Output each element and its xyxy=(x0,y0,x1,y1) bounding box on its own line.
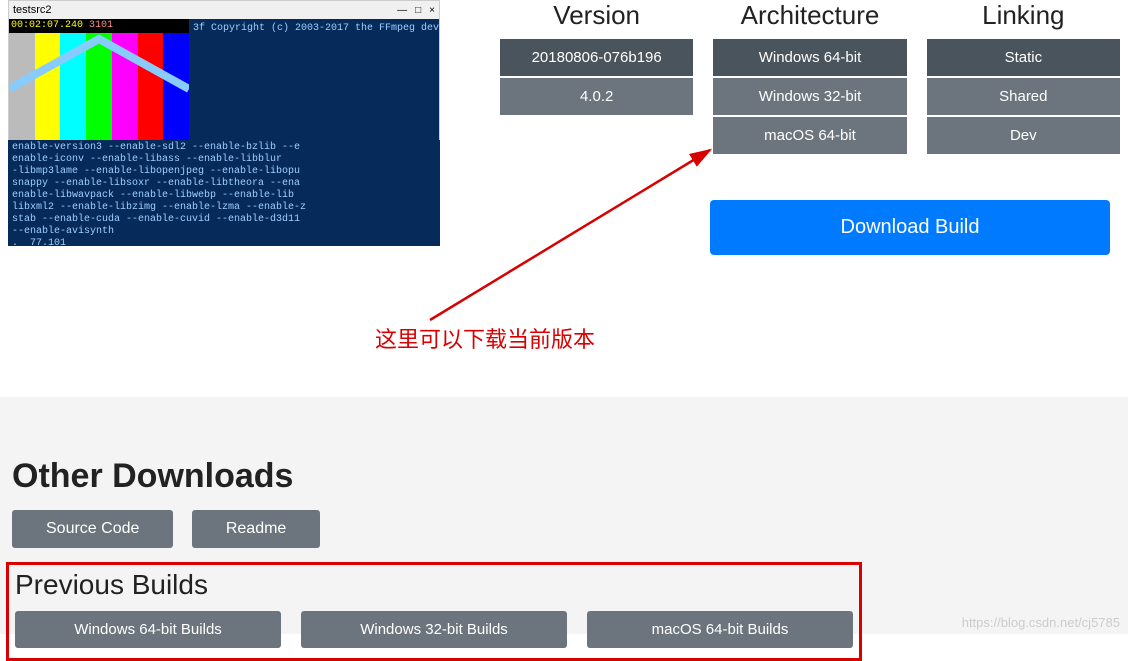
minimize-icon[interactable]: — xyxy=(397,5,407,16)
arrow-icon xyxy=(400,130,730,330)
architecture-column: Architecture Windows 64-bit Windows 32-b… xyxy=(713,0,906,156)
previous-builds-section: Previous Builds Windows 64-bit Builds Wi… xyxy=(6,562,862,661)
source-code-button[interactable]: Source Code xyxy=(12,510,173,548)
download-build-button[interactable]: Download Build xyxy=(710,200,1110,255)
prev-build-macos-button[interactable]: macOS 64-bit Builds xyxy=(587,611,853,648)
readme-button[interactable]: Readme xyxy=(192,510,320,548)
version-option[interactable]: 4.0.2 xyxy=(500,78,693,115)
other-downloads-section: Other Downloads Source Code Readme xyxy=(12,457,334,548)
build-selector: Version 20180806-076b196 4.0.2 Architect… xyxy=(500,0,1120,156)
prev-build-win64-button[interactable]: Windows 64-bit Builds xyxy=(15,611,281,648)
timestamp-overlay: 00:02:07.240 3101 xyxy=(9,19,189,33)
annotation-current: 这里可以下载当前版本 xyxy=(375,322,595,354)
linking-column: Linking Static Shared Dev xyxy=(927,0,1120,156)
other-downloads-heading: Other Downloads xyxy=(12,457,334,496)
previous-builds-heading: Previous Builds xyxy=(15,569,853,601)
watermark-text: https://blog.csdn.net/cj5785 xyxy=(962,615,1120,630)
version-heading: Version xyxy=(500,0,693,31)
architecture-option[interactable]: Windows 64-bit xyxy=(713,39,906,76)
window-titlebar: testsrc2 — □ × xyxy=(9,1,439,19)
linking-option[interactable]: Dev xyxy=(927,117,1120,154)
architecture-option[interactable]: macOS 64-bit xyxy=(713,117,906,154)
terminal-output-bottom: enable-version3 --enable-sdl2 --enable-b… xyxy=(8,140,440,246)
architecture-option[interactable]: Windows 32-bit xyxy=(713,78,906,115)
linking-option[interactable]: Shared xyxy=(927,78,1120,115)
close-icon[interactable]: × xyxy=(429,5,435,16)
window-controls[interactable]: — □ × xyxy=(397,5,435,16)
linking-heading: Linking xyxy=(927,0,1120,31)
window-title: testsrc2 xyxy=(13,4,52,16)
prev-build-win32-button[interactable]: Windows 32-bit Builds xyxy=(301,611,567,648)
maximize-icon[interactable]: □ xyxy=(415,5,421,16)
version-column: Version 20180806-076b196 4.0.2 xyxy=(500,0,693,156)
linking-option[interactable]: Static xyxy=(927,39,1120,76)
version-option[interactable]: 20180806-076b196 xyxy=(500,39,693,76)
architecture-heading: Architecture xyxy=(713,0,906,31)
